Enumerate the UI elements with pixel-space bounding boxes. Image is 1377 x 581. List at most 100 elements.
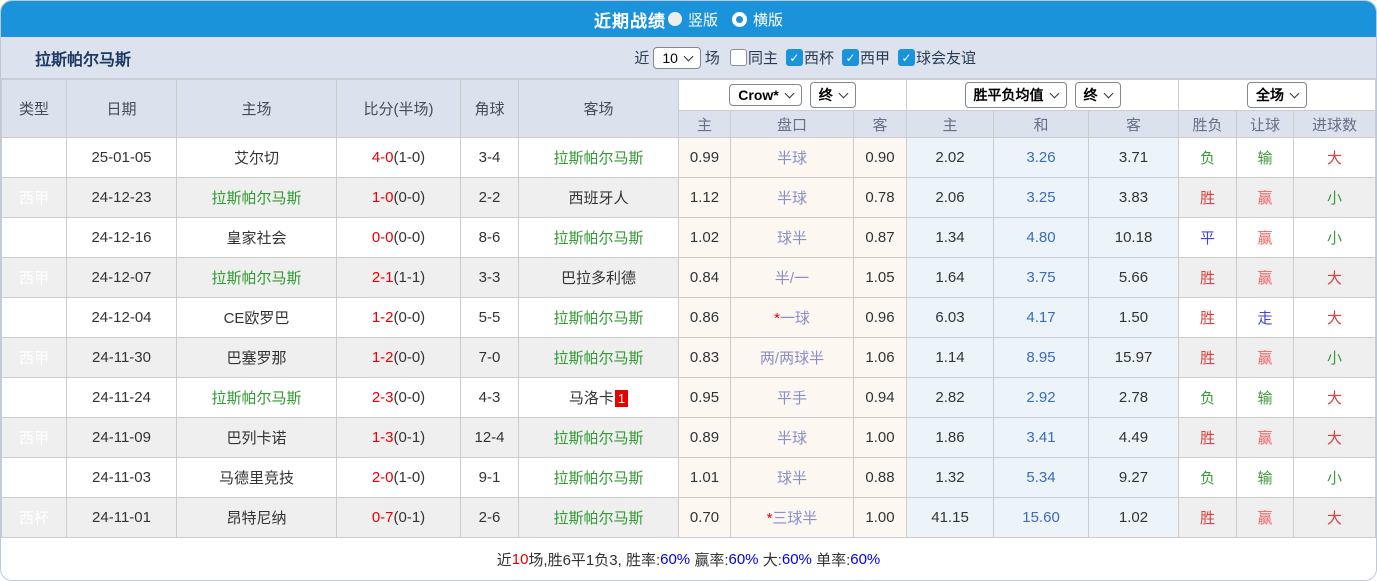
page-title: 近期战绩 [593, 11, 666, 31]
layout-radio-horizontal[interactable] [732, 11, 747, 27]
summary-text: 60% [850, 550, 881, 568]
odds-away: 0.87 [852, 217, 908, 258]
mean-group-header: 胜平负均值终 [906, 79, 1180, 111]
layout-radio-vertical-label[interactable]: 竖版 [688, 9, 718, 30]
result-wdl: 胜 [1178, 497, 1238, 538]
result-goals: 大 [1293, 297, 1376, 338]
away-team: 拉斯帕尔马斯 [518, 217, 679, 258]
mean-home: 1.14 [906, 337, 995, 378]
filter-controls: 近 10 场 同主 西杯 西甲 球会友谊 [630, 46, 978, 69]
results-table: 类型 日期 主场 比分(半场) 角球 客场 Crow* 终 胜平负均值终 全场 主… [1, 79, 1376, 538]
mean-home: 1.34 [906, 217, 995, 258]
summary-text: 近 [496, 551, 512, 569]
match-type: 西甲 [1, 417, 67, 458]
scope-group-header: 全场 [1178, 79, 1376, 111]
odds-home: 0.84 [678, 257, 731, 298]
mean-home: 1.86 [906, 417, 995, 458]
result-wdl: 负 [1178, 137, 1238, 178]
col-header-score: 比分(半场) [336, 79, 461, 138]
result-wdl: 负 [1178, 457, 1238, 498]
home-team: 拉斯帕尔马斯 [176, 257, 337, 298]
odds-home: 0.99 [678, 137, 731, 178]
result-wdl: 胜 [1178, 257, 1238, 298]
odds-time-select[interactable]: 终 [809, 82, 856, 108]
scope-select[interactable]: 全场 [1247, 82, 1308, 108]
mean-away: 9.27 [1088, 457, 1180, 498]
mean-home: 41.15 [906, 497, 995, 538]
score: 0-7(0-1) [336, 497, 461, 538]
away-team: 巴拉多利德 [518, 257, 679, 298]
odds-away: 1.00 [852, 417, 908, 458]
result-handicap: 输 [1236, 377, 1295, 418]
home-team: 马德里竞技 [176, 457, 337, 498]
mean-away: 15.97 [1088, 337, 1180, 378]
home-team: 巴塞罗那 [176, 337, 337, 378]
summary-text: 10 [511, 550, 529, 568]
checkbox-0[interactable] [729, 49, 747, 66]
result-handicap: 赢 [1236, 217, 1295, 258]
odds-home: 0.95 [678, 377, 731, 418]
result-handicap: 赢 [1236, 337, 1295, 378]
home-team: 拉斯帕尔马斯 [176, 177, 337, 218]
away-team: 拉斯帕尔马斯 [518, 457, 679, 498]
layout-radio-horizontal-label[interactable]: 横版 [753, 9, 783, 30]
checkbox-label-3[interactable]: 球会友谊 [916, 47, 976, 68]
result-handicap: 输 [1236, 457, 1295, 498]
result-handicap: 赢 [1236, 177, 1295, 218]
corner-count: 5-5 [460, 297, 519, 338]
checkbox-label-0[interactable]: 同主 [748, 47, 778, 68]
chevron-down-icon [784, 88, 795, 99]
result-handicap: 赢 [1236, 257, 1295, 298]
games-label: 场 [704, 50, 720, 67]
score: 4-0(1-0) [336, 137, 461, 178]
mean-away: 5.66 [1088, 257, 1180, 298]
handicap: *一球 [730, 297, 854, 338]
col-header-home: 主场 [176, 79, 337, 138]
checkbox-2[interactable] [841, 49, 859, 66]
mean-draw: 3.25 [993, 177, 1090, 218]
match-date: 24-11-01 [66, 497, 177, 538]
home-team: 昂特尼纳 [176, 497, 337, 538]
result-wdl: 胜 [1178, 337, 1238, 378]
mean-away: 10.18 [1088, 217, 1180, 258]
checkbox-label-2[interactable]: 西甲 [860, 47, 890, 68]
layout-radio-vertical[interactable] [667, 12, 682, 26]
filter-bar: 拉斯帕尔马斯 近 10 场 同主 西杯 西甲 球会友谊 [1, 37, 1376, 79]
away-team: 拉斯帕尔马斯 [518, 337, 679, 378]
odds-away: 0.90 [852, 137, 908, 178]
odds-home: 0.83 [678, 337, 731, 378]
result-handicap: 走 [1236, 297, 1295, 338]
result-handicap: 赢 [1236, 417, 1295, 458]
handicap: 半球 [730, 417, 854, 458]
summary-text: 大: [758, 551, 782, 569]
mean-draw: 5.34 [993, 457, 1090, 498]
checkbox-1[interactable] [785, 49, 803, 66]
mean-home: 2.06 [906, 177, 995, 218]
mean-time-select[interactable]: 终 [1074, 82, 1121, 108]
team-name: 拉斯帕尔马斯 [35, 51, 132, 69]
corner-count: 9-1 [460, 457, 519, 498]
match-date: 24-12-23 [66, 177, 177, 218]
match-type: 西杯 [1, 297, 67, 338]
home-team: 拉斯帕尔马斯 [176, 377, 337, 418]
table-row: 西甲 24-11-24 拉斯帕尔马斯 2-3(0-0) 4-3 马洛卡 1 0.95 平手 0.9… [1, 377, 1376, 418]
score: 2-0(1-0) [336, 457, 461, 498]
recent-results-panel: 近期战绩 竖版 横版 拉斯帕尔马斯 近 10 场 同主西杯西甲球会友谊 类型 日… [0, 0, 1377, 581]
checkbox-3[interactable] [897, 49, 915, 66]
score: 0-0(0-0) [336, 217, 461, 258]
mean-away: 3.83 [1088, 177, 1180, 218]
checkbox-label-1[interactable]: 西杯 [804, 47, 834, 68]
results-tbody: 西杯 25-01-05 艾尔切 4-0(1-0) 3-4 拉斯帕尔马斯 0.99 半球 0.90… [1, 137, 1376, 538]
match-date: 24-11-09 [66, 417, 177, 458]
away-team: 拉斯帕尔马斯 [518, 417, 679, 458]
match-type: 西甲 [1, 177, 67, 218]
mean-home: 1.64 [906, 257, 995, 298]
mean-type-select[interactable]: 胜平负均值 [964, 82, 1067, 108]
near-count-select[interactable]: 10 [653, 46, 701, 69]
handicap: 球半 [730, 457, 854, 498]
odds-provider-select[interactable]: Crow* [729, 84, 802, 106]
result-goals: 大 [1293, 497, 1376, 538]
col-header-corner: 角球 [460, 79, 519, 138]
away-team: 西班牙人 [518, 177, 679, 218]
mean-draw: 3.26 [993, 137, 1090, 178]
